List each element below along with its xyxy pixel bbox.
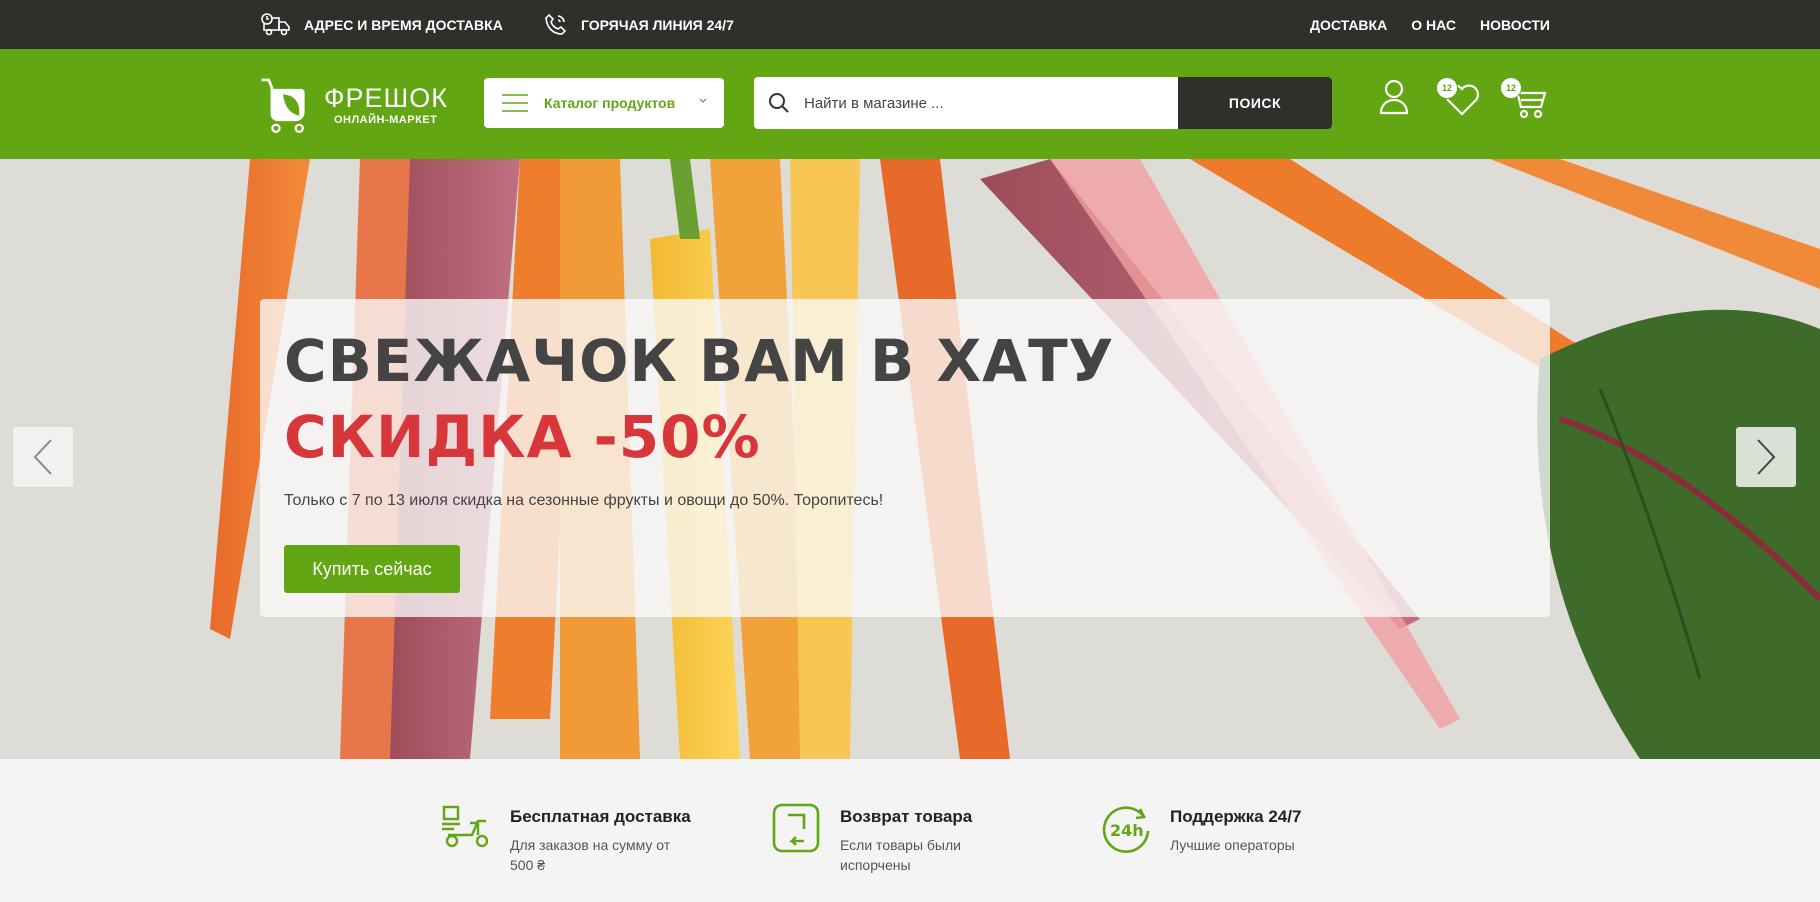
hotline-label: ГОРЯЧАЯ ЛИНИЯ 24/7 [581, 16, 734, 33]
search-input[interactable] [804, 94, 1184, 112]
logo[interactable]: ФРЕШОК ОНЛАЙН-МАРКЕТ [258, 69, 448, 141]
catalog-dropdown[interactable]: Каталог продуктов [484, 78, 724, 128]
logo-subtitle: ОНЛАЙН-МАРКЕТ [333, 114, 438, 126]
feature-support: 24h Поддержка 24/7 Лучшие операторы [1100, 803, 1350, 855]
feature-return: Возврат товара Если товары были испорчен… [770, 803, 1020, 875]
chevron-down-icon [699, 98, 707, 103]
feature-title: Поддержка 24/7 [1170, 807, 1302, 826]
return-phone-icon [772, 803, 820, 853]
scooter-icon [442, 805, 489, 848]
search-button[interactable]: ПОИСК [1178, 77, 1332, 129]
promo-description: Только с 7 по 13 июля скидка на сезонные… [284, 492, 884, 509]
chevron-left-icon [33, 439, 52, 475]
top-bar: АДРЕС И ВРЕМЯ ДОСТАВКА ГОРЯЧАЯ ЛИНИЯ 24/… [0, 0, 1820, 49]
promo-card: СВЕЖАЧОК ВАМ В ХАТУ СКИДКА -50% Только с… [260, 299, 1550, 617]
hero-banner: СВЕЖАЧОК ВАМ В ХАТУ СКИДКА -50% Только с… [0, 159, 1820, 759]
buy-now-button[interactable]: Купить сейчас [284, 545, 460, 593]
delivery-address-label: АДРЕС И ВРЕМЯ ДОСТАВКА [304, 16, 503, 33]
main-header: ФРЕШОК ОНЛАЙН-МАРКЕТ Каталог продуктов П… [0, 49, 1820, 159]
search-icon [769, 93, 789, 113]
cart-button[interactable]: 12 [1500, 77, 1552, 123]
wishlist-badge: 12 [1436, 77, 1458, 99]
nav-delivery[interactable]: ДОСТАВКА [1310, 17, 1387, 33]
slider-next-button[interactable] [1736, 427, 1796, 487]
features-strip: Бесплатная доставка Для заказов на сумму… [0, 759, 1820, 902]
svg-text:24h: 24h [1110, 821, 1144, 840]
feature-desc: Если товары были испорчены [840, 837, 961, 873]
delivery-address-link[interactable]: АДРЕС И ВРЕМЯ ДОСТАВКА [260, 0, 503, 49]
feature-title: Возврат товара [840, 807, 973, 826]
promo-sale: СКИДКА -50% [284, 403, 761, 471]
nav-about[interactable]: О НАС [1411, 17, 1456, 33]
hotline-link[interactable]: ГОРЯЧАЯ ЛИНИЯ 24/7 [543, 0, 734, 49]
catalog-label: Каталог продуктов [544, 95, 676, 111]
menu-icon [502, 94, 528, 112]
phone-icon [545, 13, 567, 35]
user-icon[interactable] [1378, 79, 1410, 115]
cart-badge: 12 [1500, 77, 1522, 99]
support-24h-icon: 24h [1102, 806, 1150, 853]
truck-clock-icon [261, 12, 290, 35]
slider-prev-button[interactable] [13, 427, 73, 487]
feature-desc: Для заказов на сумму от 500 ₴ [510, 837, 671, 873]
nav-news[interactable]: НОВОСТИ [1480, 17, 1550, 33]
top-nav: ДОСТАВКА О НАС НОВОСТИ [1310, 0, 1550, 49]
cart-logo-icon [261, 78, 305, 134]
feature-free-delivery: Бесплатная доставка Для заказов на сумму… [440, 803, 691, 875]
promo-title: СВЕЖАЧОК ВАМ В ХАТУ [284, 327, 1115, 395]
logo-title: ФРЕШОК [323, 83, 448, 113]
wishlist-button[interactable]: 12 [1436, 77, 1486, 121]
feature-desc: Лучшие операторы [1170, 837, 1295, 853]
search-bar: ПОИСК [754, 77, 1332, 129]
chevron-right-icon [1757, 439, 1776, 475]
feature-title: Бесплатная доставка [510, 807, 691, 826]
